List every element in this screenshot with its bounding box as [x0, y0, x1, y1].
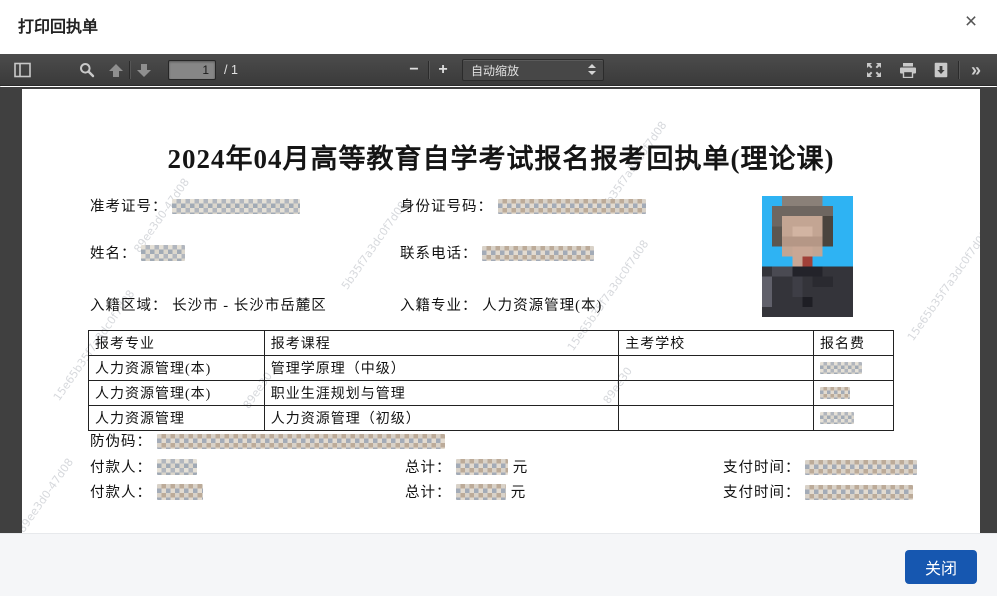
col-course: 报考课程	[264, 331, 619, 356]
anticounterfeit-label: 防伪码：	[90, 434, 152, 450]
payer-field-1: 付款人：	[90, 456, 197, 477]
id-no-field: 身份证号码：	[400, 195, 646, 216]
course-table: 报考专业 报考课程 主考学校 报名费 人力资源管理(本) 管理学原理（中级） 人…	[88, 330, 894, 431]
more-tools-icon[interactable]: »	[962, 54, 990, 86]
phone-redacted-value	[482, 246, 594, 261]
major-label: 入籍专业：	[400, 298, 478, 314]
total-field-1: 总计： 元	[405, 456, 528, 477]
toolbar-separator	[958, 61, 959, 79]
name-label: 姓名：	[90, 246, 137, 262]
col-school: 主考学校	[619, 331, 814, 356]
page-count-label: / 1	[224, 63, 238, 77]
previous-page-icon[interactable]	[104, 54, 128, 86]
total-label: 总计：	[405, 485, 452, 501]
exam-no-field: 准考证号：	[90, 195, 300, 216]
cell-course: 管理学原理（中级）	[264, 356, 619, 381]
cell-school	[619, 406, 814, 431]
fee-redacted-value	[820, 362, 862, 374]
payer-label: 付款人：	[90, 485, 152, 501]
col-fee: 报名费	[814, 331, 894, 356]
pdf-viewer-area[interactable]: 15e65b35f7a3dc0f7d08 89ee3d0-47d08 5b35f…	[0, 87, 997, 533]
phone-field: 联系电话：	[400, 242, 594, 263]
candidate-photo	[762, 196, 853, 317]
table-row: 人力资源管理(本) 职业生涯规划与管理	[89, 381, 894, 406]
table-row: 人力资源管理 人力资源管理（初级）	[89, 406, 894, 431]
page-number-input[interactable]	[168, 60, 216, 80]
cell-major: 人力资源管理(本)	[89, 356, 265, 381]
cell-fee	[814, 406, 894, 431]
pay-time-field-1: 支付时间：	[723, 456, 917, 477]
cell-major: 人力资源管理	[89, 406, 265, 431]
chevron-updown-icon	[588, 64, 596, 75]
table-row: 人力资源管理(本) 管理学原理（中级）	[89, 356, 894, 381]
cell-fee	[814, 356, 894, 381]
presentation-mode-icon[interactable]	[861, 54, 887, 86]
total-label: 总计：	[405, 460, 452, 476]
search-icon[interactable]	[74, 54, 100, 86]
pdf-page: 15e65b35f7a3dc0f7d08 89ee3d0-47d08 5b35f…	[22, 89, 980, 533]
dialog-title: 打印回执单	[18, 13, 98, 37]
dialog-footer: 关闭	[0, 533, 997, 596]
sidebar-toggle-icon[interactable]	[8, 54, 36, 86]
id-no-redacted-value	[498, 199, 646, 214]
total-redacted-value	[456, 459, 508, 475]
fee-redacted-value	[820, 387, 850, 399]
region-label: 入籍区域：	[90, 298, 168, 314]
fee-redacted-value	[820, 412, 854, 424]
pdf-toolbar: / 1 − + 自动缩放 »	[0, 54, 997, 86]
close-icon[interactable]: ×	[957, 8, 985, 36]
region-field: 入籍区域： 长沙市 - 长沙市岳麓区	[90, 294, 327, 315]
table-header-row: 报考专业 报考课程 主考学校 报名费	[89, 331, 894, 356]
next-page-icon[interactable]	[132, 54, 156, 86]
total-unit: 元	[511, 485, 527, 501]
receipt-title: 2024年04月高等教育自学考试报名报考回执单(理论课)	[22, 137, 980, 176]
watermark-text: 5b35f7a3dc0f7d08	[339, 199, 410, 292]
anticounterfeit-redacted-value	[157, 434, 445, 449]
major-value: 人力资源管理(本)	[482, 298, 602, 314]
toolbar-separator	[129, 61, 130, 79]
payer-field-2: 付款人：	[90, 481, 203, 502]
pay-time-label: 支付时间：	[723, 485, 801, 501]
pay-time-redacted-value	[805, 460, 917, 475]
cell-school	[619, 356, 814, 381]
total-redacted-value	[456, 484, 506, 500]
payer-redacted-value	[157, 459, 197, 475]
col-major: 报考专业	[89, 331, 265, 356]
watermark-text: 89ee3d0-47d08	[22, 456, 76, 533]
payer-redacted-value	[157, 484, 203, 500]
download-icon[interactable]	[928, 54, 954, 86]
exam-no-label: 准考证号：	[90, 199, 168, 215]
name-field: 姓名：	[90, 242, 185, 263]
name-redacted-value	[141, 245, 185, 261]
cell-school	[619, 381, 814, 406]
cell-fee	[814, 381, 894, 406]
anticounterfeit-field: 防伪码：	[90, 430, 445, 451]
pay-time-redacted-value	[805, 485, 913, 500]
pay-time-label: 支付时间：	[723, 460, 801, 476]
print-receipt-dialog: 打印回执单 × / 1 − + 自动缩放	[0, 0, 997, 596]
id-no-label: 身份证号码：	[400, 199, 493, 215]
exam-no-redacted-value	[172, 199, 300, 214]
cell-major: 人力资源管理(本)	[89, 381, 265, 406]
zoom-level-value: 自动缩放	[471, 62, 519, 79]
toolbar-separator	[428, 61, 429, 79]
major-field: 入籍专业： 人力资源管理(本)	[400, 294, 602, 315]
print-icon[interactable]	[895, 54, 921, 86]
zoom-out-icon[interactable]: −	[402, 54, 426, 86]
payer-label: 付款人：	[90, 460, 152, 476]
watermark-text: 15e65b35f7a3dc0f7d08	[905, 228, 980, 344]
total-field-2: 总计： 元	[405, 481, 526, 502]
close-button[interactable]: 关闭	[905, 550, 977, 584]
dialog-header: 打印回执单 ×	[0, 0, 997, 54]
region-value: 长沙市 - 长沙市岳麓区	[172, 298, 327, 314]
phone-label: 联系电话：	[400, 246, 478, 262]
cell-course: 人力资源管理（初级）	[264, 406, 619, 431]
zoom-in-icon[interactable]: +	[431, 54, 455, 86]
pay-time-field-2: 支付时间：	[723, 481, 913, 502]
total-unit: 元	[513, 460, 529, 476]
cell-course: 职业生涯规划与管理	[264, 381, 619, 406]
zoom-level-select[interactable]: 自动缩放	[462, 59, 604, 81]
